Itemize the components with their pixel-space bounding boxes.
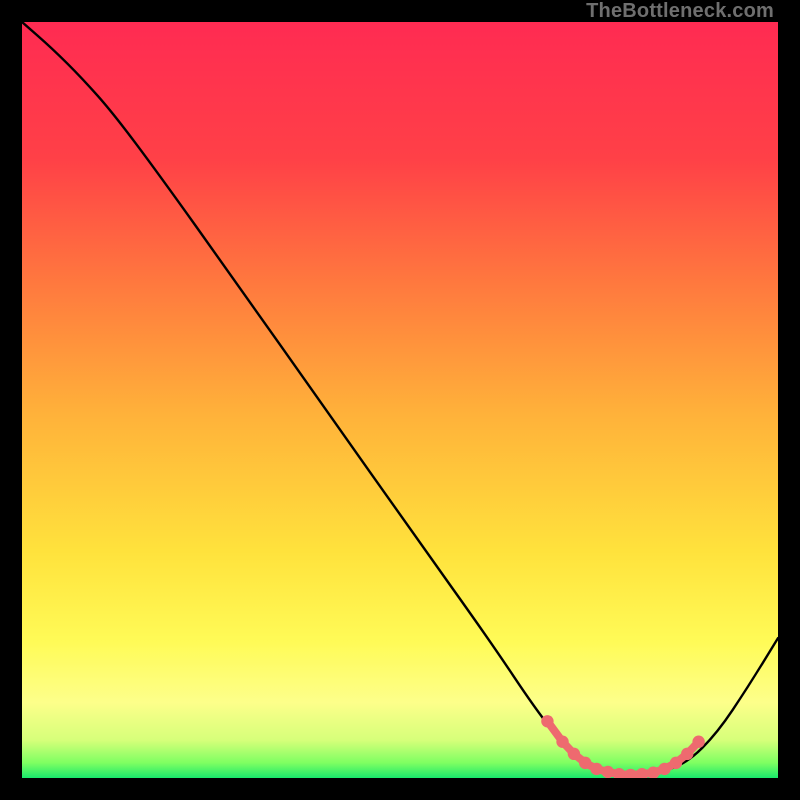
watermark-text: TheBottleneck.com [586, 0, 774, 23]
highlight-dot [692, 736, 704, 748]
highlight-dot [556, 736, 568, 748]
highlight-dot [602, 766, 614, 778]
highlight-dot [670, 757, 682, 769]
highlight-dot [658, 763, 670, 775]
highlight-dot [579, 757, 591, 769]
highlight-dot [568, 748, 580, 760]
chart-background [22, 22, 778, 778]
chart-svg [22, 22, 778, 778]
chart-frame [22, 22, 778, 778]
highlight-dot [681, 748, 693, 760]
highlight-dot [590, 763, 602, 775]
highlight-dot [541, 715, 553, 727]
